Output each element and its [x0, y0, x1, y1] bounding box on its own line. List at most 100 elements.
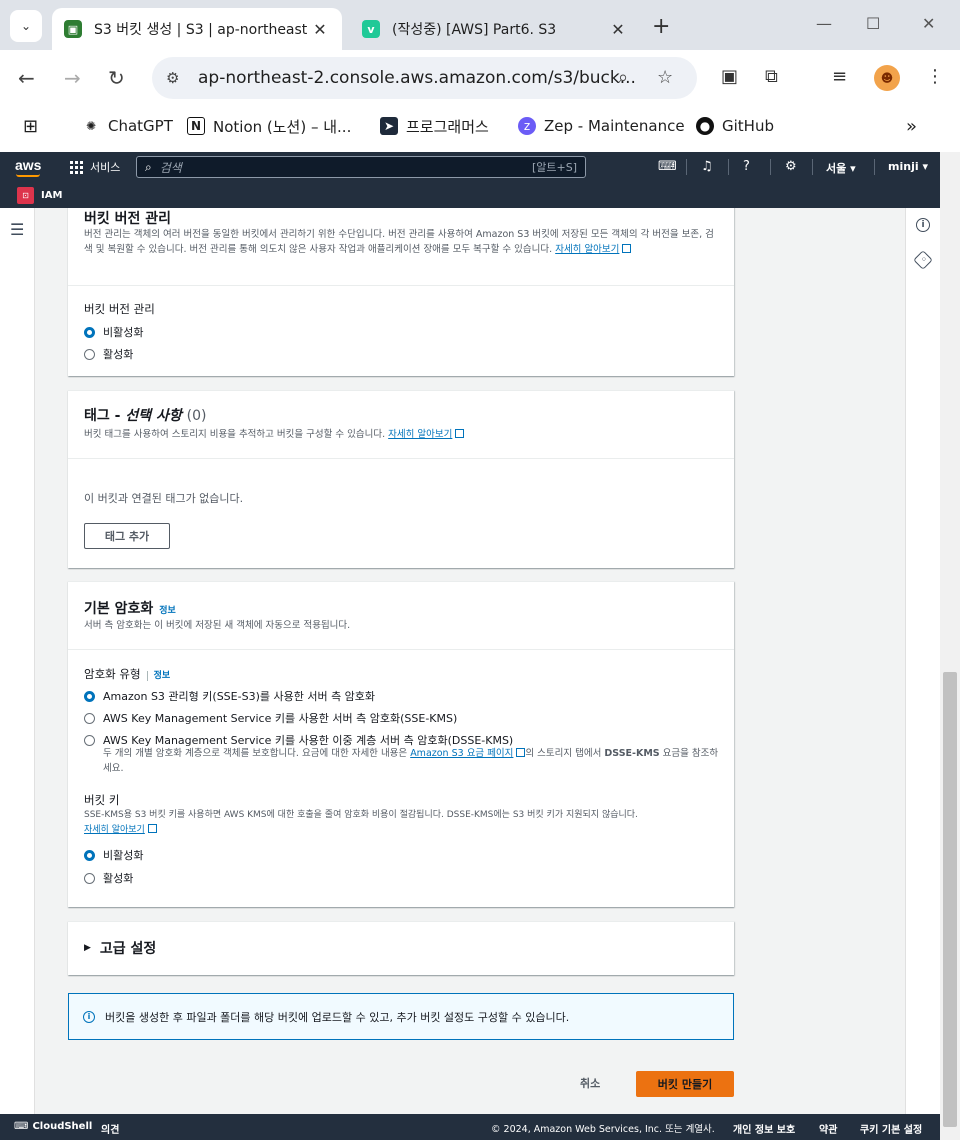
minimize-icon[interactable]: —	[816, 14, 832, 33]
aws-footer: ⌨ CloudShell 의견 © 2024, Amazon Web Servic…	[0, 1114, 940, 1140]
close-icon[interactable]: ✕	[608, 20, 628, 39]
iam-service-icon[interactable]: ⊡	[17, 187, 34, 204]
bookmark-programmers[interactable]: ➤ 프로그래머스	[380, 116, 489, 137]
region-selector[interactable]: 서울 ▾	[826, 160, 856, 176]
forward-arrow-icon[interactable]: →	[64, 66, 81, 90]
description-text: 두 개의 개별 암호화 계층으로 객체를 보호합니다. 요금에 대한 자세한 내…	[103, 748, 411, 759]
services-menu-button[interactable]: 서비스	[70, 159, 120, 175]
apps-grid-icon[interactable]: ⊞	[23, 116, 38, 137]
hamburger-menu-icon[interactable]: ☰	[10, 220, 24, 239]
new-tab-plus-icon[interactable]: +	[652, 14, 670, 39]
tags-optional-label: 선택 사항	[125, 408, 182, 424]
back-arrow-icon[interactable]: ←	[18, 66, 35, 90]
velog-favicon-icon: v	[362, 20, 380, 38]
region-label: 서울	[826, 162, 847, 175]
advanced-settings-toggle[interactable]: ▶ 고급 설정	[84, 938, 156, 958]
aws-logo[interactable]: aws	[15, 157, 41, 173]
services-grid-icon	[70, 160, 83, 174]
left-navigation-rail: ☰	[0, 208, 35, 1114]
scrollbar-thumb[interactable]	[943, 672, 957, 1127]
cookie-preferences-link[interactable]: 쿠키 기본 설정	[860, 1121, 922, 1136]
radio-unselected[interactable]	[84, 872, 95, 884]
cloudshell-link[interactable]: ⌨ CloudShell	[14, 1121, 92, 1132]
radio-unselected[interactable]	[84, 712, 95, 724]
bucket-key-disable-radio[interactable]: 비활성화	[84, 847, 143, 863]
help-icon[interactable]: ?	[743, 159, 750, 174]
default-encryption-panel: 기본 암호화 정보 서버 측 암호화는 이 버킷에 저장된 새 객체에 자동으로 …	[68, 581, 734, 907]
radio-label: AWS Key Management Service 키를 사용한 서버 측 암…	[103, 712, 458, 725]
account-menu[interactable]: minji ▾	[888, 160, 928, 173]
radio-selected[interactable]	[84, 690, 95, 702]
bookmark-zep[interactable]: z Zep - Maintenance	[518, 117, 685, 135]
maximize-icon[interactable]: ☐	[866, 14, 880, 33]
zep-icon: z	[518, 117, 536, 135]
menu-dots-icon[interactable]: ⋮	[926, 66, 944, 87]
versioning-disable-radio[interactable]: 비활성화	[84, 324, 143, 340]
panel-title: 기본 암호화 정보	[84, 598, 176, 618]
cancel-button[interactable]: 취소	[580, 1075, 600, 1091]
search-icon: ⌕	[145, 159, 152, 174]
bookmark-chatgpt[interactable]: ✺ ChatGPT	[82, 117, 173, 135]
media-control-icon[interactable]: ≡	[832, 66, 847, 87]
profile-avatar[interactable]: ☻	[874, 65, 900, 91]
close-icon[interactable]: ✕	[310, 20, 330, 39]
radio-label: 비활성화	[103, 849, 144, 862]
bucket-key-enable-radio[interactable]: 활성화	[84, 870, 133, 886]
radio-unselected[interactable]	[84, 348, 95, 360]
extension-note-icon[interactable]: ▣	[721, 66, 738, 87]
field-label: 버킷 버전 관리	[84, 302, 155, 316]
s3-pricing-link[interactable]: Amazon S3 요금 페이지	[410, 748, 513, 759]
bookmark-star-icon[interactable]: ☆	[657, 67, 673, 88]
reload-icon[interactable]: ↻	[108, 66, 125, 90]
address-bar[interactable]: ⚙ ap-northeast-2.console.aws.amazon.com/…	[152, 57, 697, 99]
extensions-puzzle-icon[interactable]: ⧉	[765, 66, 778, 87]
zoom-icon[interactable]: ⌕	[618, 67, 628, 88]
cloudshell-icon[interactable]: ⌨	[658, 159, 677, 174]
terms-link[interactable]: 약관	[819, 1121, 837, 1136]
encryption-type-label: 암호화 유형 정보	[84, 666, 171, 682]
settings-gear-icon[interactable]: ⚙	[785, 159, 797, 174]
add-tag-button[interactable]: 태그 추가	[84, 523, 170, 549]
site-settings-icon[interactable]: ⚙	[166, 69, 179, 87]
bookmark-github[interactable]: ● GitHub	[696, 117, 774, 135]
more-bookmarks-chevron-icon[interactable]: »	[906, 116, 917, 137]
bucket-key-label: 버킷 키	[84, 793, 120, 807]
notifications-bell-icon[interactable]: ♫	[701, 159, 713, 174]
dsse-kms-description: 두 개의 개별 암호화 계층으로 객체를 보호합니다. 요금에 대한 자세한 내…	[103, 746, 721, 776]
privacy-link[interactable]: 개인 정보 보호	[733, 1121, 795, 1136]
services-label: 서비스	[90, 161, 121, 174]
chevron-down-icon: ⌄	[20, 19, 32, 33]
panel-divider	[68, 649, 734, 650]
radio-selected[interactable]	[84, 326, 95, 338]
feedback-panel-icon[interactable]: ◦	[913, 250, 933, 270]
create-bucket-button[interactable]: 버킷 만들기	[636, 1071, 734, 1097]
tab-s3-create-bucket[interactable]: ▣ S3 버킷 생성 | S3 | ap-northeast ✕	[52, 8, 342, 50]
window-close-icon[interactable]: ✕	[922, 14, 935, 33]
radio-selected[interactable]	[84, 849, 95, 861]
info-alert: i 버킷을 생성한 후 파일과 폴더를 해당 버킷에 업로드할 수 있고, 추가…	[68, 993, 734, 1040]
sse-s3-radio[interactable]: Amazon S3 관리형 키(SSE-S3)를 사용한 서버 측 암호화	[84, 688, 375, 704]
iam-favorite-link[interactable]: IAM	[41, 190, 62, 201]
radio-label: 활성화	[103, 348, 134, 361]
tab-velog-draft[interactable]: v (작성중) [AWS] Part6. S3 ✕	[350, 8, 640, 50]
tab-search-button[interactable]: ⌄	[10, 10, 42, 42]
bookmark-label: 프로그래머스	[406, 117, 489, 136]
versioning-enable-radio[interactable]: 활성화	[84, 346, 133, 362]
radio-label: 활성화	[103, 872, 134, 885]
bookmark-notion[interactable]: N Notion (노션) – 내...	[187, 116, 351, 137]
advanced-settings-panel[interactable]: ▶ 고급 설정	[68, 921, 734, 975]
sse-kms-radio[interactable]: AWS Key Management Service 키를 사용한 서버 측 암…	[84, 710, 457, 726]
external-link-icon	[516, 748, 526, 757]
info-link[interactable]: 정보	[146, 671, 171, 681]
learn-more-link[interactable]: 자세히 알아보기	[388, 429, 452, 440]
learn-more-link[interactable]: 자세히 알아보기	[555, 244, 619, 255]
learn-more-link[interactable]: 자세히 알아보기	[84, 825, 145, 835]
tab-title: (작성중) [AWS] Part6. S3	[392, 22, 557, 38]
info-link[interactable]: 정보	[159, 606, 176, 616]
panel-title: 태그 - 선택 사항 (0)	[84, 405, 206, 425]
info-panel-icon[interactable]: i	[916, 218, 930, 232]
feedback-link[interactable]: 의견	[101, 1121, 119, 1136]
radio-unselected[interactable]	[84, 734, 95, 746]
page-scrollbar[interactable]	[940, 152, 960, 1140]
aws-search-input[interactable]: ⌕ 검색 [알트+S]	[136, 156, 586, 178]
